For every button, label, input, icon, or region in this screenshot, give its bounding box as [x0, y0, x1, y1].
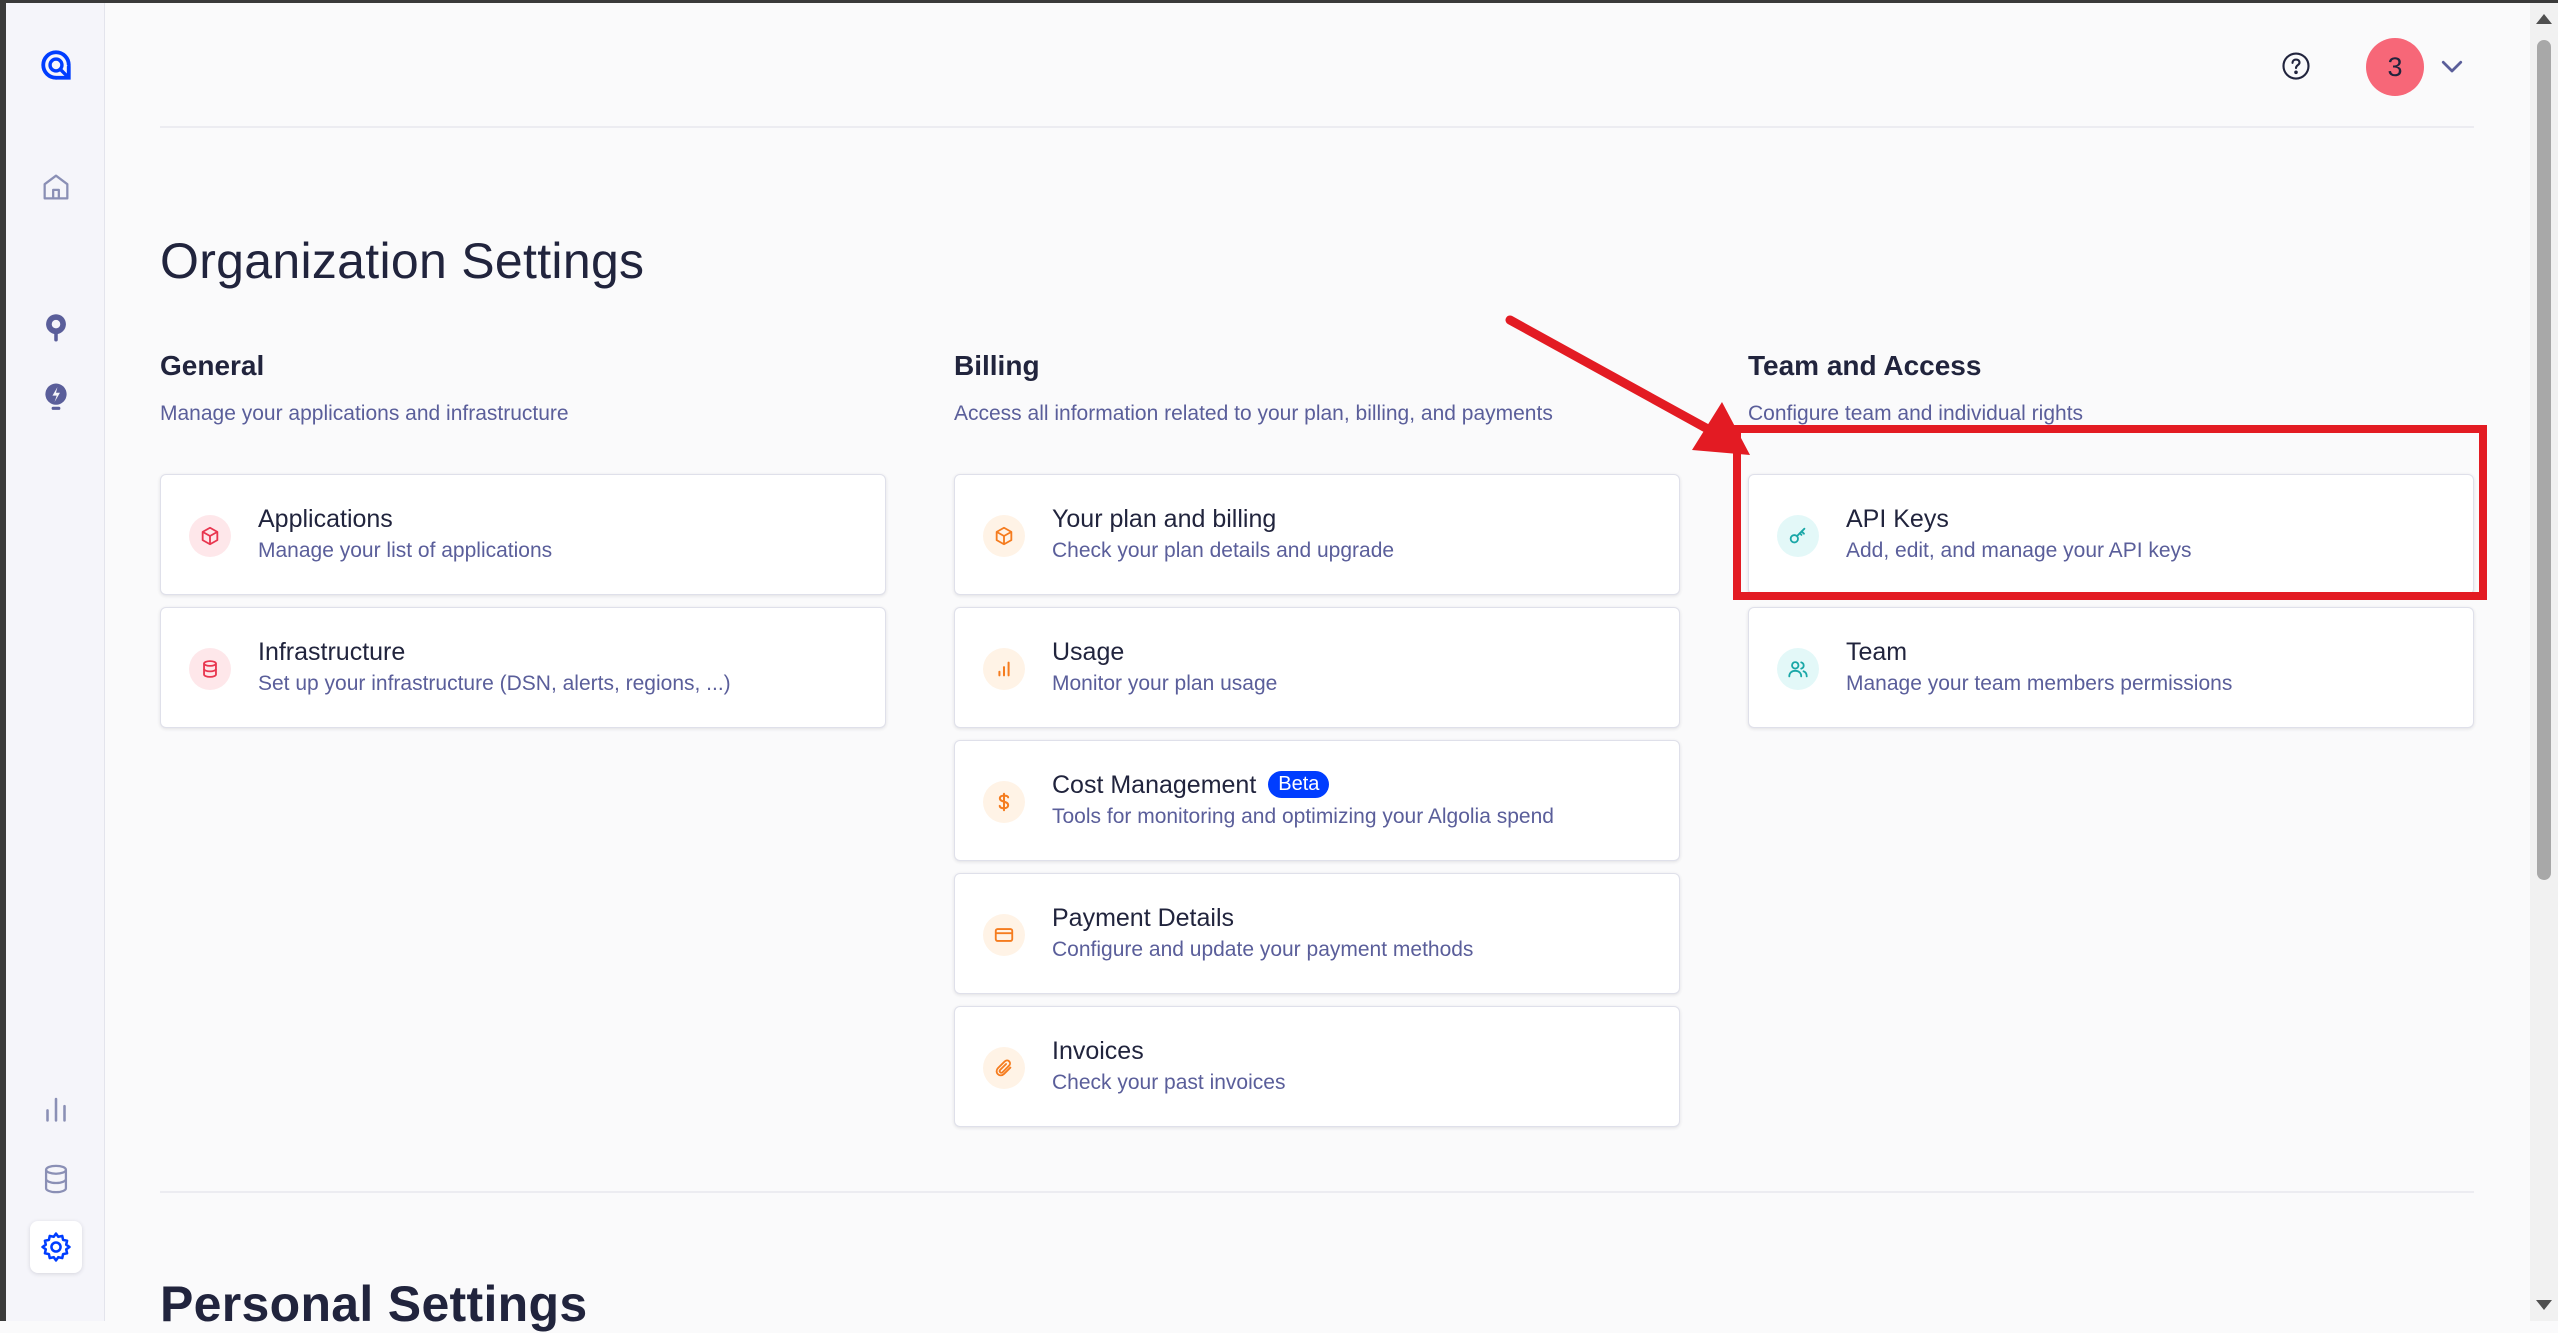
- home-icon[interactable]: [30, 161, 82, 213]
- cube-icon: [983, 515, 1025, 557]
- page-title: Organization Settings: [160, 233, 645, 289]
- scroll-up-arrow-icon[interactable]: [2536, 14, 2552, 24]
- card-description: Monitor your plan usage: [1052, 672, 1278, 695]
- card-title: Your plan and billing: [1052, 505, 1277, 533]
- card-description: Manage your list of applications: [258, 539, 553, 562]
- bar-chart-icon: [983, 648, 1025, 690]
- card-title: Infrastructure: [258, 638, 406, 666]
- highlight-box: [1733, 425, 2487, 600]
- beta-badge: Beta: [1268, 771, 1330, 798]
- annotation-arrow: [1505, 315, 1750, 455]
- cost-management-card[interactable]: Cost Management Beta Tools for monitoring…: [954, 740, 1680, 861]
- scrollbar-thumb[interactable]: [2537, 40, 2551, 880]
- section-description: Manage your applications and infrastruct…: [160, 402, 569, 425]
- paperclip-icon: [983, 1047, 1025, 1089]
- card-description: Check your past invoices: [1052, 1071, 1286, 1094]
- sidebar: [6, 3, 105, 1321]
- card-title: Applications: [258, 505, 393, 533]
- card-title: Invoices: [1052, 1037, 1144, 1065]
- users-icon: [1777, 648, 1819, 690]
- avatar-initial: 3: [2387, 51, 2403, 82]
- gear-icon[interactable]: [30, 1221, 82, 1273]
- team-card[interactable]: Team Manage your team members permission…: [1748, 607, 2474, 728]
- lightbulb-icon[interactable]: [30, 371, 82, 423]
- header-divider: [160, 126, 2474, 128]
- avatar[interactable]: 3: [2366, 38, 2424, 96]
- card-description: Check your plan details and upgrade: [1052, 539, 1395, 562]
- card-description: Configure and update your payment method…: [1052, 938, 1474, 961]
- algolia-logo-icon[interactable]: [30, 39, 82, 91]
- database-icon: [189, 648, 231, 690]
- card-description: Tools for monitoring and optimizing your…: [1052, 805, 1554, 828]
- card-description: Manage your team members permissions: [1846, 672, 2233, 695]
- infrastructure-card[interactable]: Infrastructure Set up your infrastructur…: [160, 607, 886, 728]
- card-title: Team: [1846, 638, 1908, 666]
- applications-card[interactable]: Applications Manage your list of applica…: [160, 474, 886, 595]
- cube-icon: [189, 515, 231, 557]
- card-description: Set up your infrastructure (DSN, alerts,…: [258, 672, 731, 695]
- account-menu-toggle[interactable]: [2432, 46, 2472, 86]
- general-section: General Manage your applications and inf…: [160, 350, 886, 740]
- dollar-icon: [983, 781, 1025, 823]
- card-title: Usage: [1052, 638, 1125, 666]
- chevron-down-icon: [2441, 60, 2463, 73]
- payment-details-card[interactable]: Payment Details Configure and update you…: [954, 873, 1680, 994]
- section-title: Team and Access: [1748, 350, 1982, 381]
- plan-and-billing-card[interactable]: Your plan and billing Check your plan de…: [954, 474, 1680, 595]
- personal-settings-title: Personal Settings: [160, 1276, 588, 1332]
- usage-card[interactable]: Usage Monitor your plan usage: [954, 607, 1680, 728]
- bar-chart-icon[interactable]: [30, 1083, 82, 1135]
- scroll-down-arrow-icon[interactable]: [2536, 1300, 2552, 1310]
- invoices-card[interactable]: Invoices Check your past invoices: [954, 1006, 1680, 1127]
- section-divider: [160, 1191, 2474, 1193]
- help-button[interactable]: [2270, 40, 2322, 92]
- search-pin-icon[interactable]: [30, 301, 82, 353]
- card-title: Payment Details: [1052, 904, 1235, 932]
- credit-card-icon: [983, 914, 1025, 956]
- card-title-text: Cost Management: [1052, 771, 1257, 799]
- help-circle-icon: [2282, 52, 2310, 80]
- database-icon[interactable]: [30, 1153, 82, 1205]
- card-title: Cost Management Beta: [1052, 771, 1330, 800]
- section-title: General: [160, 350, 265, 381]
